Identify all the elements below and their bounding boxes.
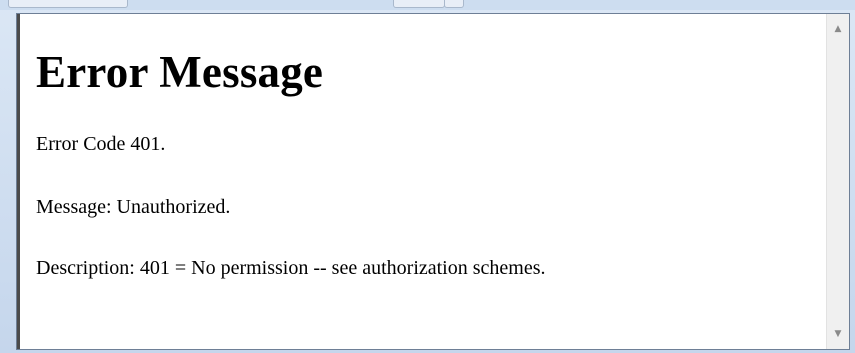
vertical-scrollbar[interactable]: ▲ ▼ [826,14,849,349]
page-viewport: Error Message Error Code 401. Message: U… [16,13,850,350]
scroll-down-arrow-icon[interactable]: ▼ [827,325,849,343]
viewport-border [17,14,20,349]
new-tab-button[interactable] [444,0,464,8]
tab-strip [0,0,855,10]
error-message-text: Message: Unauthorized. [36,196,231,218]
scroll-up-arrow-icon[interactable]: ▲ [827,20,849,38]
error-description-text: Description: 401 = No permission -- see … [36,257,546,279]
page-title: Error Message [36,47,324,97]
error-code-text: Error Code 401. [36,133,166,155]
browser-window: Error Message Error Code 401. Message: U… [0,0,855,353]
browser-tab[interactable] [393,0,445,8]
error-page-content: Error Message Error Code 401. Message: U… [36,14,816,279]
browser-tab[interactable] [8,0,128,8]
